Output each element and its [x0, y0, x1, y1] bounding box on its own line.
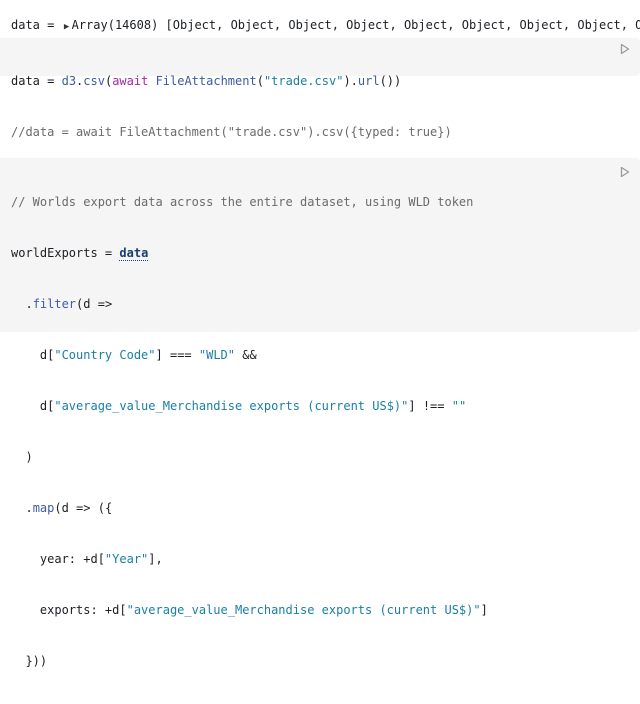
code-token: data [11, 74, 40, 88]
code-token: ] === [155, 348, 199, 362]
code-token: ] !== [408, 399, 452, 413]
code-token: = [97, 246, 120, 260]
output-variable: data [11, 18, 40, 32]
code-token: "average_value_Merchandise exports (curr… [54, 399, 409, 413]
code-token: "WLD" [198, 348, 235, 362]
code-token: ] [480, 603, 488, 617]
code-cell-world-exports[interactable]: // Worlds export data across the entire … [0, 158, 640, 668]
code-line: data = d3.csv(await FileAttachment("trad… [11, 73, 452, 90]
code-token: map [32, 501, 55, 515]
code-token: ( [256, 74, 264, 88]
output-equals: = [47, 18, 55, 32]
code-line: exports: +d["average_value_Merchandise e… [11, 602, 488, 619]
code-token: ()) [379, 74, 402, 88]
cell-output: data = ▶ Array(14608) [Object, Object, Ob… [11, 16, 640, 34]
code-token: year: +d[ [11, 552, 105, 566]
code-token: csv [83, 74, 105, 88]
code-token: . [11, 297, 33, 311]
play-icon[interactable] [620, 166, 630, 178]
code-line: .filter(d => [11, 296, 488, 313]
code-token: filter [32, 297, 77, 311]
code-token: ). [343, 74, 358, 88]
code-token: exports: +d[ [11, 603, 127, 617]
code-token: "Year" [104, 552, 149, 566]
code-token: ], [148, 552, 163, 566]
code-line: d["Country Code"] === "WLD" && [11, 347, 488, 364]
code-token: d[ [11, 399, 55, 413]
code-token: "Country Code" [54, 348, 156, 362]
code-comment: //data = await FileAttachment("trade.csv… [11, 125, 452, 139]
code-cell-data[interactable]: data = d3.csv(await FileAttachment("trad… [0, 38, 640, 139]
code-token: . [11, 501, 33, 515]
code-token: "trade.csv" [263, 74, 344, 88]
code-token: (d => [76, 297, 113, 311]
variable-reference-link[interactable]: data [119, 246, 149, 261]
code-token: = [39, 74, 62, 88]
code-token: url [357, 74, 380, 88]
code-token: FileAttachment [155, 74, 257, 88]
code-token: worldExports [11, 246, 98, 260]
play-icon[interactable] [620, 43, 630, 55]
code-comment: // Worlds export data across the entire … [11, 195, 474, 209]
code-token: (d => ({ [54, 501, 113, 515]
code-editor[interactable]: // Worlds export data across the entire … [11, 160, 488, 704]
code-token: d[ [11, 348, 55, 362]
output-summary[interactable]: Array(14608) [72, 18, 159, 32]
code-token: && [235, 348, 257, 362]
code-token: "average_value_Merchandise exports (curr… [126, 603, 481, 617]
code-line: worldExports = data [11, 245, 488, 262]
code-token: await [112, 74, 149, 88]
caret-right-icon[interactable]: ▶ [62, 18, 72, 34]
code-token: "" [451, 399, 467, 413]
code-line: })) [11, 654, 48, 668]
code-line: ) [11, 450, 33, 464]
output-preview: [Object, Object, Object, Object, Object,… [165, 18, 640, 32]
code-line: year: +d["Year"], [11, 551, 488, 568]
code-line: d["average_value_Merchandise exports (cu… [11, 398, 488, 415]
code-editor[interactable]: data = d3.csv(await FileAttachment("trad… [11, 39, 452, 175]
code-line: .map(d => ({ [11, 500, 488, 517]
code-token: d3 [61, 74, 77, 88]
